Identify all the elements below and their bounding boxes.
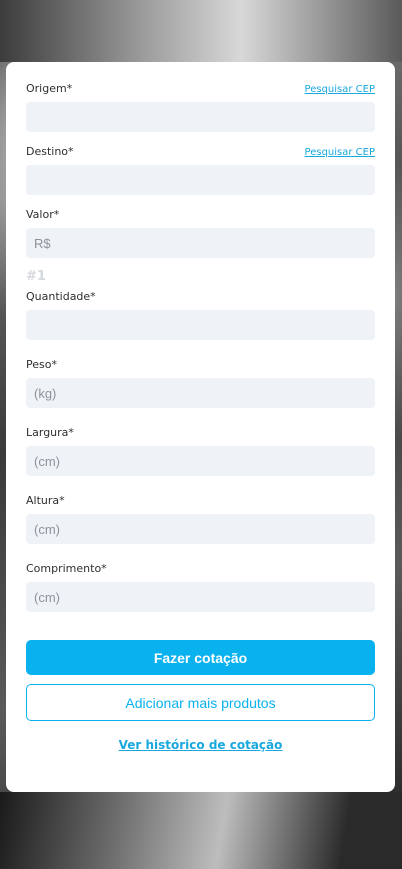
quantidade-label: Quantidade* (26, 290, 96, 303)
valor-input[interactable] (26, 228, 375, 258)
largura-field-group: Largura* (26, 426, 375, 476)
valor-field-group: Valor* (26, 208, 375, 258)
quote-history-link[interactable]: Ver histórico de cotação (6, 738, 395, 752)
largura-label: Largura* (26, 426, 74, 439)
altura-label: Altura* (26, 494, 65, 507)
quantidade-field-group: Quantidade* (26, 290, 375, 340)
origem-input[interactable] (26, 102, 375, 132)
valor-label: Valor* (26, 208, 60, 221)
peso-input[interactable] (26, 378, 375, 408)
add-more-products-button[interactable]: Adicionar mais produtos (26, 684, 375, 721)
origem-label: Origem* (26, 82, 73, 95)
destino-input[interactable] (26, 165, 375, 195)
destino-field-group: Destino* Pesquisar CEP (26, 145, 375, 195)
comprimento-field-group: Comprimento* (26, 562, 375, 612)
background-photo-bottom (0, 792, 402, 869)
comprimento-input[interactable] (26, 582, 375, 612)
origem-field-group: Origem* Pesquisar CEP (26, 82, 375, 132)
comprimento-label: Comprimento* (26, 562, 107, 575)
product-index-label: #1 (26, 269, 46, 284)
destino-label: Destino* (26, 145, 74, 158)
altura-field-group: Altura* (26, 494, 375, 544)
altura-input[interactable] (26, 514, 375, 544)
peso-label: Peso* (26, 358, 57, 371)
peso-field-group: Peso* (26, 358, 375, 408)
quantidade-input[interactable] (26, 310, 375, 340)
quote-form-card: Origem* Pesquisar CEP Destino* Pesquisar… (6, 62, 395, 792)
background-photo-top (0, 0, 402, 62)
largura-input[interactable] (26, 446, 375, 476)
destino-search-cep-link[interactable]: Pesquisar CEP (305, 147, 375, 158)
origem-search-cep-link[interactable]: Pesquisar CEP (305, 84, 375, 95)
make-quote-button[interactable]: Fazer cotação (26, 640, 375, 675)
